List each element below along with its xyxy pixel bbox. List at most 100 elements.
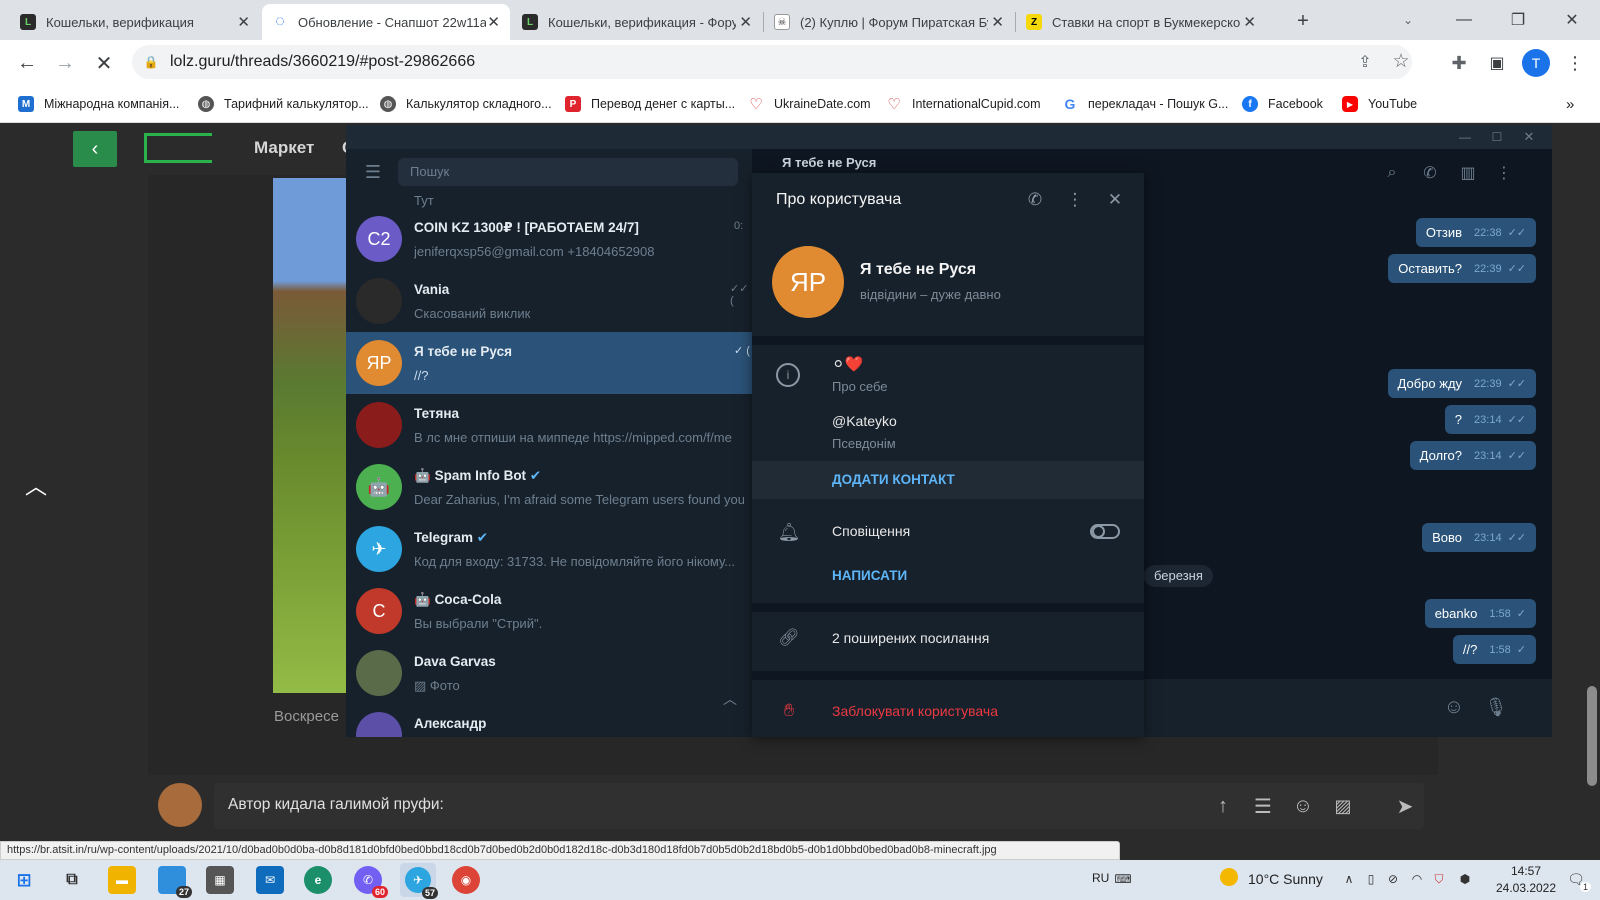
close-tab-icon[interactable]: ✕ — [991, 13, 1004, 31]
bookmark-item[interactable]: f Facebook — [1242, 93, 1323, 115]
list-format-icon[interactable]: ☰ — [1250, 793, 1276, 819]
chat-item[interactable]: Тетяна В лс мне отпиши на миппеде https:… — [346, 394, 752, 456]
close-tab-icon[interactable]: ✕ — [487, 13, 500, 31]
block-user-button[interactable]: ✋︎ Заблокувати користувача — [752, 689, 1144, 733]
message-bubble[interactable]: Долго? 23:14 ✓✓ — [1409, 441, 1536, 470]
minimize-icon[interactable]: — — [1456, 128, 1474, 146]
network-off-icon[interactable]: ⊘ — [1384, 869, 1402, 889]
more-vertical-icon[interactable]: ⋮ — [1064, 189, 1086, 211]
chat-item[interactable]: 🤖 🤖 Spam Info Bot ✔ Dear Zaharius, I'm a… — [346, 456, 752, 518]
keyboard-icon[interactable]: ⌨ — [1114, 870, 1132, 888]
search-icon[interactable]: ⌕ — [1382, 163, 1402, 183]
close-tab-icon[interactable]: ✕ — [1243, 13, 1256, 31]
bookmark-item[interactable]: ▶ YouTube — [1342, 93, 1417, 115]
profile-avatar[interactable]: T — [1522, 49, 1550, 77]
clock-date[interactable]: 24.03.2022 — [1490, 881, 1562, 895]
weather-text[interactable]: 10°C Sunny — [1248, 871, 1323, 887]
side-panel-icon[interactable]: ▣ — [1486, 52, 1508, 74]
bookmark-star-icon[interactable]: ☆ — [1390, 50, 1412, 72]
bookmark-item[interactable]: ♡ UkraineDate.com — [748, 93, 870, 115]
close-icon[interactable]: ✕ — [1104, 189, 1126, 211]
antivirus-icon[interactable]: ⬢ — [1456, 869, 1474, 889]
chat-item[interactable]: C2 COIN KZ 1300₽ ! [РАБОТАЕМ 24/7] jenif… — [346, 208, 752, 270]
files-app-icon[interactable]: 27 — [158, 866, 192, 898]
share-icon[interactable]: ⇪ — [1354, 51, 1376, 73]
image-insert-icon[interactable]: ▨ — [1330, 793, 1356, 819]
message-bubble[interactable]: //? 1:58 ✓ — [1452, 635, 1536, 664]
chat-item[interactable]: Dava Garvas ▨ Фото — [346, 642, 752, 704]
bookmark-item[interactable]: ◍ Калькулятор складного... — [380, 93, 552, 115]
hamburger-menu-icon[interactable]: ☰ — [362, 161, 384, 183]
tab-search-chevron-icon[interactable]: ⌄ — [1398, 8, 1418, 32]
telegram-taskbar-button[interactable]: ✈ 57 — [400, 863, 438, 899]
page-scrollbar-thumb[interactable] — [1587, 686, 1597, 786]
forward-arrow-icon[interactable]: → — [52, 50, 78, 76]
task-view-icon[interactable]: ⧉ — [58, 866, 86, 894]
bookmark-item[interactable]: ♡ InternationalCupid.com — [886, 93, 1040, 115]
bookmark-item[interactable]: ◍ Тарифний калькулятор... — [198, 93, 369, 115]
clock-time[interactable]: 14:57 — [1496, 864, 1556, 878]
file-explorer-icon[interactable]: ▬ — [108, 866, 136, 894]
nav-market[interactable]: Маркет — [254, 138, 314, 158]
notification-center-icon[interactable]: 🗨︎ 1 — [1566, 869, 1591, 892]
message-bubble[interactable]: Отзив 22:38 ✓✓ — [1415, 218, 1536, 247]
username-text[interactable]: @Kateyko — [832, 413, 897, 429]
notifications-row[interactable]: 🔔︎ Сповіщення — [752, 507, 1144, 557]
security-shield-icon[interactable]: ⛉ — [1430, 869, 1448, 889]
bookmark-item[interactable]: M Міжнародна компанія... — [18, 93, 179, 115]
tray-chevron-icon[interactable]: ∧ — [1340, 869, 1358, 889]
extensions-puzzle-icon[interactable]: ✚ — [1448, 52, 1470, 74]
tab-1[interactable]: L Кошельки, верификация ✕ — [10, 4, 260, 40]
upload-arrow-icon[interactable]: ↑ — [1210, 793, 1236, 819]
phone-icon[interactable]: ✆ — [1420, 163, 1440, 183]
chat-item[interactable]: C 🤖 Coca-Cola Вы выбрали "Стрий". — [346, 580, 752, 642]
reply-editor[interactable]: Автор кидала галимой пруфи: ↑ ☰ ☺ ▨ ➤ — [214, 783, 1424, 829]
windows-start-icon[interactable]: ⊞ — [10, 866, 38, 894]
add-contact-button[interactable]: ДОДАТИ КОНТАКТ — [752, 461, 1144, 499]
shared-links-row[interactable]: 🔗︎ 2 поширених посилання — [752, 615, 1144, 661]
search-input[interactable]: Пошук — [398, 158, 738, 186]
scroll-top-chevron-icon[interactable]: ︿ — [22, 471, 50, 499]
back-arrow-icon[interactable]: ← — [14, 50, 40, 76]
mail-icon[interactable]: ✉ — [256, 866, 284, 894]
back-chevron-icon[interactable]: ‹ — [73, 131, 117, 167]
tab-4[interactable]: ☠ (2) Куплю | Форум Пиратская Бу ✕ — [764, 4, 1014, 40]
message-bubble[interactable]: ? 23:14 ✓✓ — [1444, 405, 1536, 434]
close-icon[interactable]: ✕ — [1520, 128, 1538, 146]
url-text[interactable]: lolz.guru/threads/3660219/#post-29862666 — [170, 53, 475, 71]
chat-item[interactable]: Александр — [346, 704, 752, 737]
restore-window-icon[interactable]: ❐ — [1506, 8, 1530, 32]
emoji-icon[interactable]: ☺ — [1442, 695, 1466, 719]
more-bookmarks-icon[interactable]: » — [1566, 93, 1574, 115]
stop-loading-icon[interactable]: ✕ — [91, 50, 117, 76]
message-bubble[interactable]: Вово 23:14 ✓✓ — [1422, 523, 1536, 552]
scroll-up-chevron-icon[interactable]: ︿ — [720, 689, 740, 709]
reply-text[interactable]: Автор кидала галимой пруфи: — [228, 796, 444, 814]
call-phone-icon[interactable]: ✆ — [1024, 189, 1046, 211]
edge-browser-icon[interactable]: e — [304, 866, 332, 894]
device-icon[interactable]: ▯ — [1362, 869, 1380, 889]
notifications-toggle[interactable] — [1090, 524, 1120, 539]
site-logo[interactable] — [144, 133, 212, 163]
user-avatar[interactable] — [158, 783, 202, 827]
send-icon[interactable]: ➤ — [1392, 793, 1418, 819]
address-bar[interactable]: 🔒 lolz.guru/threads/3660219/#post-298626… — [132, 45, 1412, 79]
chat-item[interactable]: Vania Скасований виклик ✓✓ ( — [346, 270, 752, 332]
close-tab-icon[interactable]: ✕ — [739, 13, 752, 31]
close-tab-icon[interactable]: ✕ — [237, 13, 250, 31]
tab-2-active[interactable]: ◌ Обновление - Снапшот 22w11a ✕ — [262, 4, 510, 40]
close-window-icon[interactable]: ✕ — [1560, 8, 1584, 32]
chrome-icon[interactable]: ◉ — [452, 866, 480, 894]
smiley-icon[interactable]: ☺ — [1290, 793, 1316, 819]
tab-3[interactable]: L Кошельки, верификация - Фору ✕ — [512, 4, 762, 40]
minecraft-screenshot-image[interactable] — [273, 178, 347, 693]
write-message-button[interactable]: НАПИСАТИ — [752, 559, 1144, 595]
more-vertical-icon[interactable]: ⋮ — [1494, 163, 1514, 183]
message-bubble[interactable]: Оставить? 22:39 ✓✓ — [1388, 254, 1536, 283]
chat-item-selected[interactable]: ЯР Я тебе не Руся //? ✓ ( — [346, 332, 752, 394]
microsoft-store-icon[interactable]: ▦ — [206, 866, 234, 894]
bookmark-item[interactable]: P Перевод денег с карты... — [565, 93, 735, 115]
sidebar-toggle-icon[interactable]: ▥ — [1458, 163, 1478, 183]
message-bubble[interactable]: ebanko 1:58 ✓ — [1424, 599, 1536, 628]
microphone-icon[interactable]: 🎙 — [1484, 695, 1508, 719]
